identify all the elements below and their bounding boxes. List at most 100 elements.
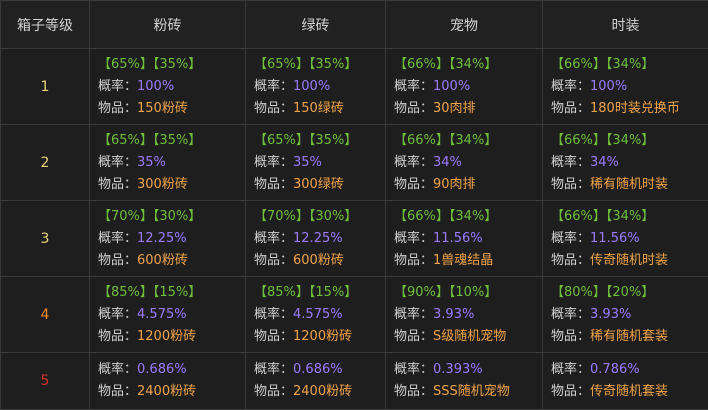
split-percent-b: 【34%】 (606, 57, 654, 72)
rate-value: 34% (590, 155, 619, 170)
item-value: 传奇随机套装 (590, 384, 668, 399)
box-level-cell: 1 (1, 49, 90, 125)
split-percent-a: 【66%】 (394, 133, 449, 148)
rate-label: 概率： (394, 155, 433, 170)
item-line: 物品：SSS随机宠物 (394, 381, 542, 403)
split-percent-a: 【65%】 (98, 57, 153, 72)
rate-value: 4.575% (137, 307, 187, 322)
rate-label: 概率： (98, 155, 137, 170)
split-percent-a: 【85%】 (98, 285, 153, 300)
rate-line: 概率：12.25% (98, 228, 245, 250)
item-label: 物品： (254, 101, 293, 116)
box-level-cell: 5 (1, 353, 90, 410)
item-value: 2400粉砖 (293, 384, 352, 399)
split-percent-a: 【65%】 (254, 57, 309, 72)
item-label: 物品： (551, 253, 590, 268)
rate-label: 概率： (254, 307, 293, 322)
split-percent-a: 【66%】 (551, 133, 606, 148)
item-label: 物品： (394, 253, 433, 268)
reward-cell-pet: 【90%】【10%】概率：3.93%物品：S级随机宠物 (386, 277, 543, 353)
rate-label: 概率： (98, 307, 137, 322)
rate-line: 概率：0.686% (98, 359, 245, 381)
item-line: 物品：2400粉砖 (254, 381, 385, 403)
reward-cell-green-brick: 【65%】【35%】概率：35%物品：300绿砖 (246, 125, 386, 201)
table-row: 4【85%】【15%】概率：4.575%物品：1200粉砖【85%】【15%】概… (1, 277, 708, 353)
item-line: 物品：180时装兑换币 (551, 98, 708, 120)
item-line: 物品：90肉排 (394, 174, 542, 196)
header-pet: 宠物 (386, 1, 543, 49)
rate-label: 概率： (254, 362, 293, 377)
reward-cell-pink-brick: 【65%】【35%】概率：35%物品：300粉砖 (90, 125, 246, 201)
split-percent-a: 【65%】 (98, 133, 153, 148)
rate-value: 34% (433, 155, 462, 170)
rate-label: 概率： (551, 155, 590, 170)
item-label: 物品： (98, 253, 137, 268)
split-percent-b: 【34%】 (449, 57, 497, 72)
item-label: 物品： (394, 329, 433, 344)
rate-line: 概率：11.56% (551, 228, 708, 250)
item-value: 1200粉砖 (293, 329, 352, 344)
split-percent-b: 【34%】 (449, 209, 497, 224)
rate-value: 35% (137, 155, 166, 170)
rate-label: 概率： (551, 231, 590, 246)
split-percent-a: 【70%】 (254, 209, 309, 224)
item-value: 1200粉砖 (137, 329, 196, 344)
rate-label: 概率： (254, 155, 293, 170)
rate-value: 35% (293, 155, 322, 170)
split-line: 【66%】【34%】 (551, 206, 708, 228)
item-label: 物品： (98, 177, 137, 192)
rate-value: 3.93% (433, 307, 474, 322)
rate-line: 概率：35% (254, 152, 385, 174)
split-line: 【66%】【34%】 (394, 54, 542, 76)
rate-label: 概率： (98, 79, 137, 94)
item-line: 物品：传奇随机套装 (551, 381, 708, 403)
rate-value: 100% (137, 79, 174, 94)
rate-label: 概率： (98, 362, 137, 377)
split-percent-b: 【10%】 (449, 285, 497, 300)
header-green-brick: 绿砖 (246, 1, 386, 49)
split-line: 【90%】【10%】 (394, 282, 542, 304)
split-line: 【85%】【15%】 (254, 282, 385, 304)
rate-line: 概率：3.93% (551, 304, 708, 326)
split-percent-b: 【35%】 (309, 57, 357, 72)
rate-line: 概率：34% (394, 152, 542, 174)
rate-line: 概率：3.93% (394, 304, 542, 326)
rate-line: 概率：34% (551, 152, 708, 174)
reward-cell-costume: 【66%】【34%】概率：100%物品：180时装兑换币 (543, 49, 708, 125)
box-level-cell: 4 (1, 277, 90, 353)
item-value: 稀有随机时装 (590, 177, 668, 192)
split-line: 【66%】【34%】 (394, 130, 542, 152)
item-label: 物品： (98, 329, 137, 344)
item-value: 稀有随机套装 (590, 329, 668, 344)
box-level-cell: 2 (1, 125, 90, 201)
item-line: 物品：600粉砖 (254, 250, 385, 272)
split-line: 【65%】【35%】 (254, 130, 385, 152)
item-line: 物品：1200粉砖 (98, 326, 245, 348)
rate-value: 0.686% (137, 362, 187, 377)
rate-line: 概率：100% (394, 76, 542, 98)
item-value: 90肉排 (433, 177, 476, 192)
split-line: 【65%】【35%】 (98, 54, 245, 76)
reward-cell-pet: 【66%】【34%】概率：11.56%物品：1兽魂结晶 (386, 201, 543, 277)
item-value: 传奇随机时装 (590, 253, 668, 268)
item-value: SSS随机宠物 (433, 384, 510, 399)
item-line: 物品：传奇随机时装 (551, 250, 708, 272)
reward-cell-pink-brick: 【70%】【30%】概率：12.25%物品：600粉砖 (90, 201, 246, 277)
reward-cell-costume: 【66%】【34%】概率：11.56%物品：传奇随机时装 (543, 201, 708, 277)
item-label: 物品： (394, 177, 433, 192)
reward-cell-pet: 【66%】【34%】概率：34%物品：90肉排 (386, 125, 543, 201)
item-label: 物品： (394, 384, 433, 399)
item-value: 600粉砖 (137, 253, 188, 268)
split-percent-b: 【35%】 (153, 133, 201, 148)
item-label: 物品： (98, 101, 137, 116)
split-line: 【80%】【20%】 (551, 282, 708, 304)
box-rewards-table: 箱子等级 粉砖 绿砖 宠物 时装 1【65%】【35%】概率：100%物品：15… (0, 0, 708, 410)
item-line: 物品：30肉排 (394, 98, 542, 120)
rate-value: 4.575% (293, 307, 343, 322)
split-percent-a: 【66%】 (551, 57, 606, 72)
rate-label: 概率： (254, 79, 293, 94)
item-line: 物品：300绿砖 (254, 174, 385, 196)
item-line: 物品：150粉砖 (98, 98, 245, 120)
split-percent-a: 【85%】 (254, 285, 309, 300)
item-label: 物品： (551, 329, 590, 344)
